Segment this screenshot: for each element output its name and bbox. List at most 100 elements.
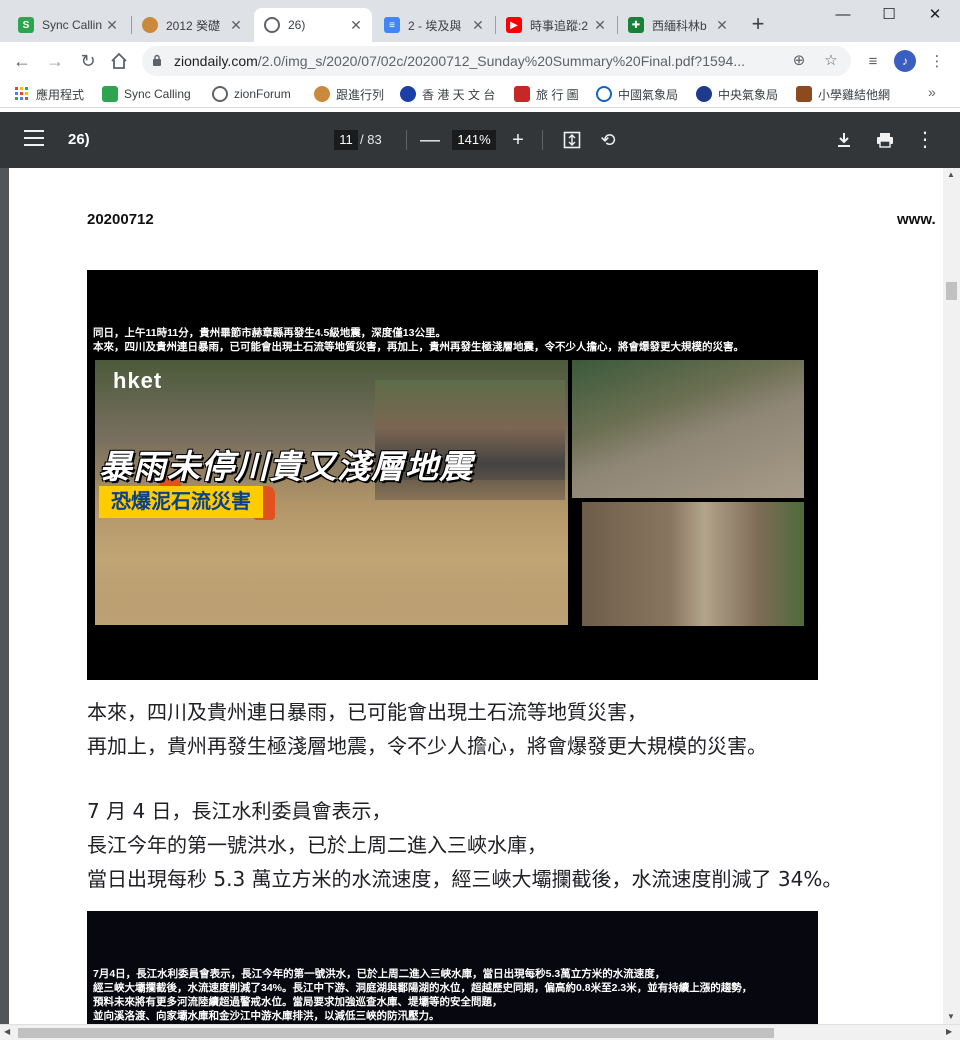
bookmark-label: 應用程式: [36, 87, 85, 102]
url-host: ziondaily.com: [174, 53, 258, 69]
page-separator: /: [360, 132, 364, 147]
caption-line: 經三峽大壩攔截後，水流速度削減了34%。長江中下游、洞庭湖與鄱陽湖的水位，超越歷…: [93, 982, 753, 994]
home-icon: [111, 52, 127, 69]
vertical-scrollbar[interactable]: ▲ ▼: [943, 168, 960, 1024]
caption-line: 同日，上午11時11分，貴州畢節市赫章縣再發生4.5級地震，深度僅13公里。: [93, 327, 446, 339]
tab-title: 2012 癸礎: [166, 18, 221, 33]
bookmark-label: 小學雞結他網: [818, 87, 891, 102]
download-icon: [838, 133, 850, 147]
back-button[interactable]: ←: [9, 48, 35, 74]
bookmark-follow-up[interactable]: 跟進行列: [314, 84, 384, 104]
weather-cwb-icon: [696, 86, 712, 102]
tab-egypt-doc[interactable]: ≡ 2 - 埃及與 ✕: [374, 8, 494, 42]
zoom-out-button[interactable]: —: [418, 128, 442, 152]
bookmark-zionforum[interactable]: zionForum: [212, 84, 291, 104]
arrow-left-icon: ←: [13, 51, 31, 71]
close-icon[interactable]: ✕: [104, 17, 120, 34]
page-count: / 83: [360, 130, 382, 150]
rotate-button[interactable]: ⟲: [596, 128, 620, 152]
scroll-up-arrow-icon[interactable]: ▲: [947, 170, 955, 179]
scrollbar-thumb[interactable]: [18, 1028, 774, 1038]
fit-page-button[interactable]: [560, 128, 584, 152]
close-icon[interactable]: ✕: [348, 17, 364, 34]
total-pages: 83: [367, 132, 382, 147]
menu-kebab-icon[interactable]: ⋮: [926, 51, 948, 73]
tab-title: 2 - 埃及與: [408, 18, 462, 33]
close-icon[interactable]: ✕: [470, 17, 486, 34]
horizontal-scrollbar[interactable]: ◀ ▶: [0, 1024, 960, 1040]
new-tab-button[interactable]: +: [746, 10, 770, 38]
paragraph-line: 再加上，貴州再發生極淺層地震，令不少人擔心，將會爆發更大規模的災害。: [87, 734, 767, 758]
scrollbar-thumb[interactable]: [946, 282, 957, 300]
pdf-title: 26): [68, 131, 90, 148]
tab-strip: S Sync Callin ✕ 2012 癸礎 ✕ 26) ✕ ≡ 2 - 埃及…: [0, 0, 960, 42]
zoom-icon[interactable]: ⊕: [790, 52, 808, 70]
toolbar-divider: [406, 130, 407, 150]
arrow-right-icon: →: [46, 51, 64, 71]
youtube-icon: ▶: [506, 17, 522, 33]
hket-logo: hket: [113, 368, 163, 393]
observatory-icon: [400, 86, 416, 102]
reload-button[interactable]: ↻: [75, 48, 101, 74]
hamburger-menu-icon[interactable]: [24, 130, 44, 148]
image-headline: 暴雨未停川貴又淺層地震: [99, 448, 473, 485]
image-caption: 7月4日，長江水利委員會表示，長江今年的第一號洪水，已於上周二進入三峽水庫，當日…: [93, 967, 818, 1023]
close-window-button[interactable]: ✕: [912, 4, 958, 26]
sync-calling-icon: [102, 86, 118, 102]
caption-line: 7月4日，長江水利委員會表示，長江今年的第一號洪水，已於上周二進入三峽水庫，當日…: [93, 968, 666, 980]
tab-2012[interactable]: 2012 癸礎 ✕: [132, 8, 252, 42]
globe-icon: [212, 86, 228, 102]
page-number-input[interactable]: 11: [334, 130, 358, 150]
close-icon[interactable]: ✕: [714, 17, 730, 34]
bookmark-sync-calling[interactable]: Sync Calling: [102, 84, 191, 104]
url-path: /2.0/img_s/2020/07/02c/20200712_Sunday%2…: [257, 53, 746, 69]
more-options-icon[interactable]: ⋮: [913, 128, 937, 152]
document-date: 20200712: [87, 211, 154, 228]
star-icon[interactable]: ☆: [822, 52, 840, 70]
tab-active-pdf[interactable]: 26) ✕: [254, 8, 372, 42]
tab-title: 西緬科林b: [652, 18, 707, 33]
print-icon: [877, 133, 893, 148]
bookmark-guitar[interactable]: 小學雞結他網: [796, 84, 890, 104]
zoom-level-input[interactable]: 141%: [452, 130, 496, 150]
paragraph-yangtze: 7 月 4 日，長江水利委員會表示， 長江今年的第一號洪水，已於上周二進入三峽水…: [87, 794, 842, 896]
globe-icon: [264, 17, 280, 33]
bookmark-travel-map[interactable]: 旅 行 圖: [514, 84, 579, 104]
apps-grid-icon: [15, 87, 28, 100]
tab-west-myanmar[interactable]: ✚ 西緬科林b ✕: [618, 8, 738, 42]
scroll-down-arrow-icon[interactable]: ▼: [947, 1012, 955, 1021]
forward-button[interactable]: →: [42, 48, 68, 74]
minimize-button[interactable]: —: [820, 4, 866, 26]
zoom-in-button[interactable]: +: [506, 128, 530, 152]
close-icon[interactable]: ✕: [592, 17, 608, 34]
scroll-right-arrow-icon[interactable]: ▶: [946, 1027, 952, 1036]
bookmark-hk-observatory[interactable]: 香 港 天 文 台: [400, 84, 495, 104]
paragraph-line: 7 月 4 日，長江水利委員會表示，: [87, 799, 392, 823]
profile-avatar[interactable]: ♪: [894, 50, 916, 72]
maximize-button[interactable]: ☐: [866, 4, 912, 26]
docs-icon: ≡: [384, 17, 400, 33]
bookmark-apps[interactable]: 應用程式: [14, 84, 84, 104]
bookmark-cma[interactable]: 中國氣象局: [596, 84, 678, 104]
sync-calling-icon: S: [18, 17, 34, 33]
caption-line: 預料未來將有更多河流陸續超過警戒水位。當局要求加強巡查水庫、堤壩等的安全問題，: [93, 996, 503, 1008]
pdf-toolbar: 26) 11 / 83 — 141% + ⟲ ⋮: [0, 112, 960, 168]
bookmark-label: 中國氣象局: [618, 87, 679, 102]
bookmark-cwb[interactable]: 中央氣象局: [696, 84, 778, 104]
close-icon[interactable]: ✕: [228, 17, 244, 34]
download-button[interactable]: [832, 128, 856, 152]
media-queue-icon[interactable]: ≡: [862, 51, 884, 73]
cookie-icon: [142, 17, 158, 33]
print-button[interactable]: [873, 128, 897, 152]
home-button[interactable]: [106, 48, 132, 74]
tab-sync-calling[interactable]: S Sync Callin ✕: [8, 8, 128, 42]
site-fragment: www.: [897, 211, 936, 228]
rotate-icon: ⟲: [600, 130, 616, 150]
bookmark-label: 中央氣象局: [718, 87, 779, 102]
tab-youtube[interactable]: ▶ 時事追蹤:2 ✕: [496, 8, 616, 42]
scroll-left-arrow-icon[interactable]: ◀: [4, 1027, 10, 1036]
travel-map-icon: [514, 86, 530, 102]
image-caption: 同日，上午11時11分，貴州畢節市赫章縣再發生4.5級地震，深度僅13公里。 本…: [93, 326, 813, 354]
address-bar[interactable]: ziondaily.com/2.0/img_s/2020/07/02c/2020…: [142, 46, 851, 76]
chevron-more-icon[interactable]: »: [928, 84, 936, 100]
